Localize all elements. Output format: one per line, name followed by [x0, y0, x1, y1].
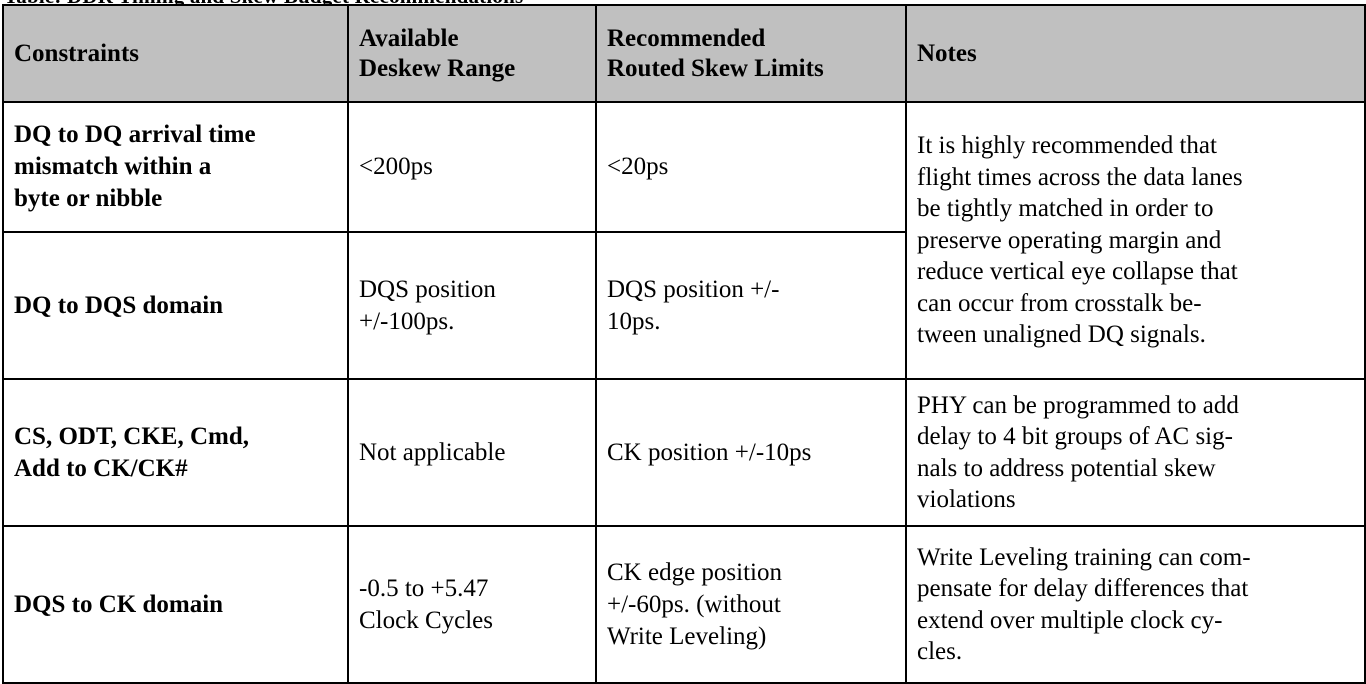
cell-constraint: DQ to DQ arrival time mismatch within a …	[2, 101, 349, 233]
column-header-notes: Notes	[905, 4, 1366, 103]
column-header-available-deskew-range: Available Deskew Range	[347, 4, 597, 103]
cell-recommended-routed-skew-limits: <20ps	[595, 101, 907, 233]
cell-line: Add to CK/CK#	[14, 454, 188, 482]
cell-line: DQ to DQ arrival time	[14, 121, 256, 148]
cell-line: pensate for delay differences that	[917, 575, 1249, 602]
cell-line: can occur from crosstalk be-	[917, 289, 1202, 317]
cell-line: Not applicable	[359, 438, 506, 466]
cell-line: delay to 4 bit groups of AC sig-	[917, 423, 1233, 450]
cell-constraint: CS, ODT, CKE, Cmd, Add to CK/CK#	[2, 378, 349, 527]
header-line: Deskew Range	[359, 54, 516, 82]
cell-line: PHY can be programmed to add	[917, 391, 1239, 419]
table-body: DQ to DQ arrival time mismatch within a …	[2, 101, 1366, 684]
cell-available-deskew-range: <200ps	[347, 101, 597, 233]
table-container: Constraints Available Deskew Range Recom…	[0, 4, 1366, 684]
cell-available-deskew-range: DQS position +/-100ps.	[347, 231, 597, 380]
header-line: Available	[359, 25, 459, 52]
header-line: Constraints	[14, 39, 140, 67]
cell-notes: It is highly recommended that flight tim…	[905, 101, 1366, 380]
cell-line: cles.	[917, 638, 963, 665]
cell-line: DQS position +/-	[607, 275, 780, 303]
cell-line: +/-100ps.	[359, 307, 455, 335]
cell-line: DQS position	[359, 275, 496, 303]
table-header: Constraints Available Deskew Range Recom…	[2, 4, 1366, 103]
header-line: Routed Skew Limits	[607, 54, 824, 82]
cell-line: -0.5 to +5.47	[359, 574, 489, 602]
cell-line: Write Leveling training can com-	[917, 543, 1251, 571]
cell-line: CK position +/-10ps	[607, 438, 812, 466]
cell-line: tween unaligned DQ signals.	[917, 321, 1206, 349]
cell-recommended-routed-skew-limits: DQS position +/- 10ps.	[595, 231, 907, 380]
cell-line: It is highly recommended that	[917, 132, 1217, 160]
cell-available-deskew-range: Not applicable	[347, 378, 597, 527]
table-row: DQS to CK domain -0.5 to +5.47 Clock Cyc…	[2, 525, 1366, 684]
cell-line: violations	[917, 486, 1016, 513]
cell-line: byte or nibble	[14, 185, 163, 212]
table-row: CS, ODT, CKE, Cmd, Add to CK/CK# Not app…	[2, 378, 1366, 527]
cell-line: <20ps	[607, 153, 669, 180]
skew-constraints-table: Constraints Available Deskew Range Recom…	[2, 4, 1366, 684]
cell-constraint: DQ to DQS domain	[2, 231, 349, 380]
column-header-constraints: Constraints	[2, 4, 349, 103]
cell-recommended-routed-skew-limits: CK position +/-10ps	[595, 378, 907, 527]
cell-line: mismatch within a	[14, 153, 212, 180]
cell-recommended-routed-skew-limits: CK edge position +/-60ps. (without Write…	[595, 525, 907, 684]
cell-constraint: DQS to CK domain	[2, 525, 349, 684]
cell-line: DQ to DQS domain	[14, 291, 224, 319]
cell-line: DQS to CK domain	[14, 590, 224, 618]
cell-line: be tightly matched in order to	[917, 195, 1214, 223]
cell-line: CK edge position	[607, 558, 782, 586]
cell-line: CS, ODT, CKE, Cmd,	[14, 422, 249, 450]
header-row: Constraints Available Deskew Range Recom…	[2, 4, 1366, 103]
cell-line: Write Leveling)	[607, 622, 767, 650]
cell-line: +/-60ps. (without	[607, 590, 781, 618]
cell-line: nals to address potential skew	[917, 454, 1216, 482]
cell-line: extend over multiple clock cy-	[917, 606, 1223, 634]
cell-line: 10ps.	[607, 307, 661, 335]
cell-line: flight times across the data lanes	[917, 163, 1243, 191]
header-line: Recommended	[607, 25, 766, 52]
header-line: Notes	[917, 39, 977, 67]
cell-line: <200ps	[359, 153, 433, 180]
cell-notes: Write Leveling training can com- pensate…	[905, 525, 1366, 684]
cell-line: reduce vertical eye collapse that	[917, 258, 1238, 286]
cell-available-deskew-range: -0.5 to +5.47 Clock Cycles	[347, 525, 597, 684]
column-header-recommended-routed-skew-limits: Recommended Routed Skew Limits	[595, 4, 907, 103]
cell-notes: PHY can be programmed to add delay to 4 …	[905, 378, 1366, 527]
table-row: DQ to DQ arrival time mismatch within a …	[2, 101, 1366, 380]
cell-line: preserve operating margin and	[917, 226, 1222, 254]
cell-line: Clock Cycles	[359, 606, 494, 634]
